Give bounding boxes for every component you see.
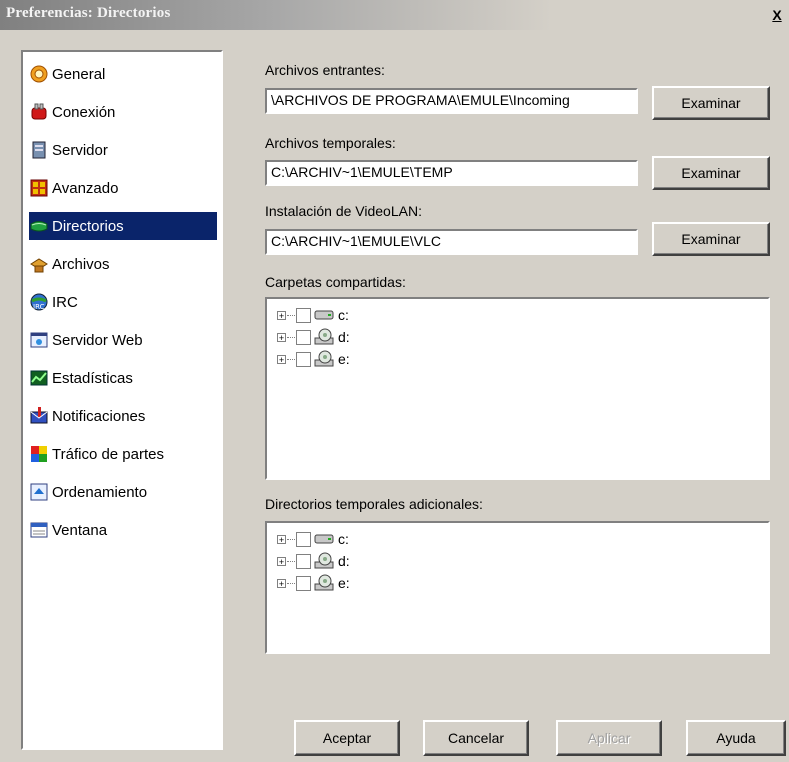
incoming-path-field[interactable]: \ARCHIVOS DE PROGRAMA\EMULE\Incoming (265, 88, 638, 114)
cd-drive-icon (314, 574, 334, 591)
sidebar-item-ventana[interactable]: Ventana (29, 516, 217, 544)
sidebar-item-label: Avanzado (52, 179, 119, 197)
browse-temp-button[interactable]: Examinar (652, 156, 770, 190)
tree-row[interactable]: + d: (277, 327, 350, 347)
window-icon (29, 520, 49, 540)
drive-checkbox[interactable] (296, 307, 311, 323)
sidebar-item-label: Tráfico de partes (52, 445, 164, 463)
sorting-icon (29, 482, 49, 502)
tree-row[interactable]: + e: (277, 349, 350, 369)
sidebar-item-label: Servidor Web (52, 331, 143, 349)
sidebar-item-label: Conexión (52, 103, 116, 121)
sidebar-item-estadisticas[interactable]: Estadísticas (29, 364, 217, 392)
files-icon (29, 254, 49, 274)
drive-label: e: (338, 575, 350, 591)
drive-checkbox[interactable] (296, 553, 311, 569)
expand-icon[interactable]: + (277, 578, 286, 588)
drive-label: e: (338, 351, 350, 367)
drive-label: d: (338, 553, 350, 569)
sidebar-item-ordenamiento[interactable]: Ordenamiento (29, 478, 217, 506)
expand-icon[interactable]: + (277, 332, 286, 342)
notifications-icon (29, 406, 49, 426)
incoming-label: Archivos entrantes: (265, 62, 385, 78)
expand-icon[interactable]: + (277, 310, 286, 320)
expand-icon[interactable]: + (277, 534, 286, 544)
browse-videolan-button[interactable]: Examinar (652, 222, 770, 256)
accept-button[interactable]: Aceptar (294, 720, 400, 756)
drive-label: d: (338, 329, 350, 345)
expand-icon[interactable]: + (277, 354, 286, 364)
tree-row[interactable]: + d: (277, 551, 350, 571)
drive-checkbox[interactable] (296, 531, 311, 547)
drive-checkbox[interactable] (296, 575, 311, 591)
temp-path-field[interactable]: C:\ARCHIV~1\EMULE\TEMP (265, 160, 638, 186)
tree-row[interactable]: + c: (277, 305, 349, 325)
tree-row[interactable]: + c: (277, 529, 349, 549)
expand-icon[interactable]: + (277, 556, 286, 566)
connection-icon (29, 102, 49, 122)
title-bar[interactable]: Preferencias: Directorios X (0, 0, 789, 30)
drive-checkbox[interactable] (296, 351, 311, 367)
sidebar-item-label: Directorios (52, 217, 124, 235)
cancel-button[interactable]: Cancelar (423, 720, 529, 756)
close-icon: X (772, 7, 782, 23)
web-server-icon (29, 330, 49, 350)
svg-text:IRC: IRC (33, 303, 45, 311)
cd-drive-icon (314, 350, 334, 367)
preferences-window: Preferencias: Directorios X General Cone… (0, 0, 789, 762)
sidebar-item-trafico[interactable]: Tráfico de partes (29, 440, 217, 468)
window-title: Preferencias: Directorios (6, 5, 171, 21)
cd-drive-icon (314, 328, 334, 345)
server-icon (29, 140, 49, 160)
sidebar-item-label: Estadísticas (52, 369, 133, 387)
videolan-path-field[interactable]: C:\ARCHIV~1\EMULE\VLC (265, 229, 638, 255)
sidebar-item-conexion[interactable]: Conexión (29, 98, 217, 126)
sidebar-item-label: General (52, 65, 106, 83)
irc-icon: IRC (29, 292, 49, 312)
cd-drive-icon (314, 552, 334, 569)
shared-folders-tree[interactable]: + c: + d: + e: (265, 297, 770, 480)
sidebar-item-servidor[interactable]: Servidor (29, 136, 217, 164)
temp-label: Archivos temporales: (265, 135, 396, 151)
extra-temp-label: Directorios temporales adicionales: (265, 496, 483, 512)
sidebar-item-notificaciones[interactable]: Notificaciones (29, 402, 217, 430)
statistics-icon (29, 368, 49, 388)
sidebar-item-directorios[interactable]: Directorios (29, 212, 217, 240)
videolan-label: Instalación de VideoLAN: (265, 203, 422, 219)
tree-row[interactable]: + e: (277, 573, 350, 593)
apply-button[interactable]: Aplicar (556, 720, 662, 756)
sidebar-item-label: Notificaciones (52, 407, 146, 425)
sidebar-item-irc[interactable]: IRC IRC (29, 288, 217, 316)
drive-checkbox[interactable] (296, 329, 311, 345)
help-button[interactable]: Ayuda (686, 720, 786, 756)
browse-incoming-button[interactable]: Examinar (652, 86, 770, 120)
folder-icon (29, 216, 49, 236)
hard-drive-icon (314, 531, 334, 547)
sidebar-item-archivos[interactable]: Archivos (29, 250, 217, 278)
sidebar-item-label: Archivos (52, 255, 110, 273)
sidebar-item-label: Ventana (52, 521, 108, 539)
shared-folders-label: Carpetas compartidas: (265, 274, 406, 290)
drive-label: c: (338, 307, 349, 323)
drive-label: c: (338, 531, 349, 547)
advanced-icon (29, 178, 49, 198)
extra-temp-tree[interactable]: + c: + d: + e: (265, 521, 770, 654)
sidebar-item-label: IRC (52, 293, 78, 311)
preferences-sidebar: General Conexión Servidor Avanzado Direc… (21, 50, 223, 750)
hard-drive-icon (314, 307, 334, 323)
sidebar-item-avanzado[interactable]: Avanzado (29, 174, 217, 202)
close-button[interactable]: X (769, 6, 785, 24)
sidebar-item-label: Ordenamiento (52, 483, 148, 501)
gear-icon (29, 64, 49, 84)
sidebar-item-servidor-web[interactable]: Servidor Web (29, 326, 217, 354)
parts-traffic-icon (29, 444, 49, 464)
sidebar-item-label: Servidor (52, 141, 108, 159)
sidebar-item-general[interactable]: General (29, 60, 217, 88)
